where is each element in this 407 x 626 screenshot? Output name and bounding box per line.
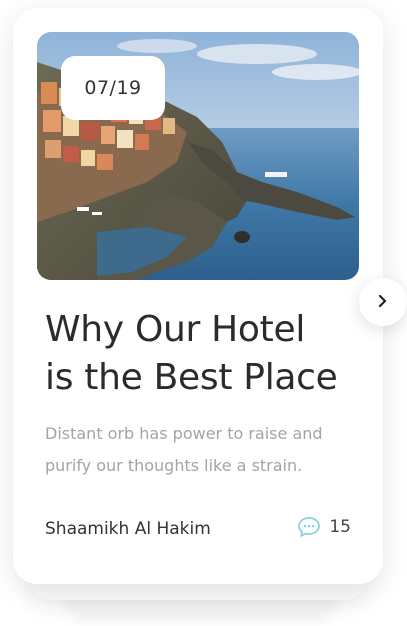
title-line-1: Why Our Hotel: [45, 309, 306, 350]
title-line-2: is the Best Place: [45, 357, 338, 398]
chat-bubble-icon: [297, 516, 321, 538]
blog-card-description: Distant orb has power to raise and purif…: [45, 424, 323, 475]
blog-card-title[interactable]: Why Our Hotel is the Best Place: [45, 306, 365, 402]
chevron-right-icon: [377, 293, 389, 312]
date-badge: 07/19: [61, 56, 165, 120]
author-name[interactable]: Shaamikh Al Hakim: [45, 519, 211, 539]
comment-count: 15: [329, 517, 351, 537]
blog-card[interactable]: 07/19 Why Our Hotel is the Best Place Di…: [13, 8, 383, 584]
blog-slider: 07/19 Why Our Hotel is the Best Place Di…: [0, 0, 407, 626]
next-slide-button[interactable]: [359, 278, 407, 326]
comment-count-link[interactable]: 15: [297, 516, 351, 538]
